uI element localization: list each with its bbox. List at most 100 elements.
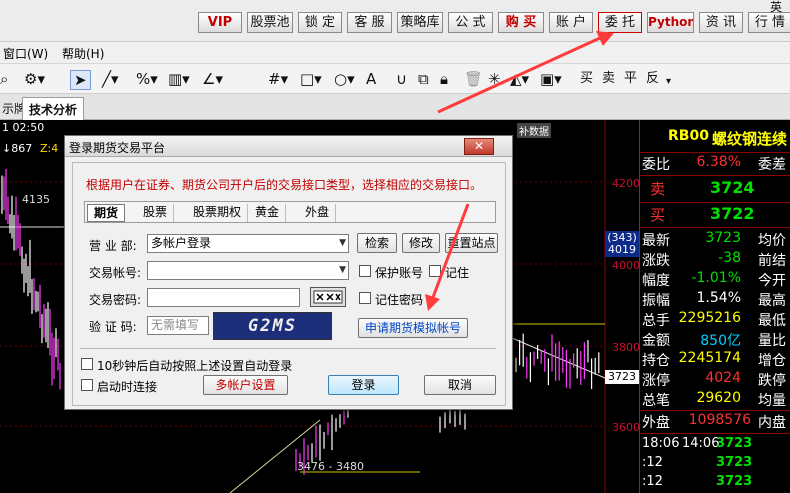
menu-help[interactable]: 帮助(H) <box>62 45 104 62</box>
quote-row: 幅度 -1.01% 今开 <box>640 270 790 290</box>
divider <box>640 410 790 411</box>
login-button[interactable]: 登录 <box>328 375 399 395</box>
reset-site-button[interactable]: 重置站点 <box>445 233 498 253</box>
drawing-toolbar: ⌕ ⚙▾ ➤ ╱▾ %▾ ▥▾ ∠▾ #▾ □▾ ○▾ A ∪ ⧉ 🔒︎ 🗑︎ … <box>0 64 790 94</box>
quote-name: 螺纹钢连续 <box>712 130 788 148</box>
trend-line <box>229 419 321 493</box>
tab-overseas[interactable]: 外盘 <box>299 204 337 222</box>
lock-button[interactable]: 锁 定 <box>298 12 342 33</box>
angle-icon[interactable]: ∠▾ <box>202 70 223 88</box>
quote-row-value: 1.54% <box>696 290 741 306</box>
axis-label-4000: 4000 <box>612 259 640 272</box>
chevron-down-icon: ▼ <box>339 265 346 275</box>
tick-time2: 14:06 <box>682 436 720 451</box>
quote-panel: RB00 螺纹钢连续 委比 6.38% 委差 卖 3724 买 3722 最新 3… <box>639 120 790 493</box>
toolbar-buy-icon[interactable]: 买 <box>580 70 593 88</box>
quote-row: 金额 850亿 量比 <box>640 330 790 350</box>
modify-button[interactable]: 修改 <box>402 233 440 253</box>
z-label: Z:4 <box>40 142 59 155</box>
quote-row-value: 3723 <box>705 230 741 246</box>
tick-time: 18:06 <box>642 436 680 451</box>
stock-pool-button[interactable]: 股票池 <box>247 12 293 33</box>
remember-password-checkbox[interactable] <box>359 292 371 304</box>
tab-stocks[interactable]: 股票 <box>137 204 175 222</box>
neipan-label: 内盘 <box>758 415 786 431</box>
lock-icon[interactable]: 🔒︎ <box>440 70 448 88</box>
captcha-image[interactable]: G2MS <box>213 312 332 340</box>
grid-icon[interactable]: #▾ <box>268 70 288 88</box>
bu-shuju-button[interactable]: 补数据 <box>517 123 551 138</box>
settings-icon[interactable]: ✳ <box>488 70 501 88</box>
cursor-icon[interactable]: ➤ <box>70 70 91 90</box>
cancel-button[interactable]: 取消 <box>424 375 496 395</box>
service-button[interactable]: 客 服 <box>347 12 392 33</box>
password-input[interactable] <box>147 288 300 307</box>
captcha-input[interactable]: 无需填写 <box>147 316 209 335</box>
auto-login-checkbox[interactable] <box>81 358 93 370</box>
captcha-label: 验 证 码: <box>89 320 137 334</box>
quote-row-value: 850亿 <box>700 333 741 349</box>
fill-icon[interactable]: ◭▾ <box>510 70 529 88</box>
current-price-tag: 3723 <box>605 370 639 384</box>
percent-icon[interactable]: %▾ <box>136 70 158 88</box>
buy-button[interactable]: 购 买 <box>498 12 544 33</box>
more-icon[interactable]: ▾ <box>666 73 671 91</box>
vip-button[interactable]: VIP <box>198 12 242 33</box>
news-button[interactable]: 资 讯 <box>699 12 743 33</box>
python-button[interactable]: Python <box>647 12 694 33</box>
quote-row-right-label: 均价 <box>758 233 786 249</box>
quote-row-right-label: 增仓 <box>758 353 786 369</box>
tab-futures[interactable]: 期货 <box>87 204 126 222</box>
line-icon[interactable]: ╱▾ <box>102 70 119 88</box>
account-input[interactable]: ▼ <box>147 261 349 280</box>
weibi-value: 6.38% <box>696 154 741 170</box>
quotes-button[interactable]: 行 情 <box>748 12 790 33</box>
quote-row-label: 总手 <box>642 313 670 329</box>
magnet-icon[interactable]: ∪ <box>396 70 407 88</box>
tick-value: 3723 <box>716 474 753 489</box>
tick-row: :12 3723 <box>640 455 790 475</box>
quote-row-value: 4024 <box>705 370 741 386</box>
dialog-titlebar[interactable]: 登录期货交易平台 ✕ <box>65 136 512 157</box>
protect-account-checkbox[interactable] <box>359 265 371 277</box>
search-button[interactable]: 检索 <box>357 233 397 253</box>
trading-app: VIP 股票池 锁 定 客 服 策略库 公 式 购 买 账 户 委 托 Pyth… <box>0 0 790 493</box>
tick-time: :12 <box>642 474 663 489</box>
ruler-icon[interactable]: ▥▾ <box>168 70 190 88</box>
order-button[interactable]: 委 托 <box>598 12 642 33</box>
account-button[interactable]: 账 户 <box>549 12 593 33</box>
circle-icon[interactable]: ○▾ <box>334 70 355 88</box>
text-icon[interactable]: A <box>366 70 376 88</box>
remember-checkbox[interactable] <box>429 265 441 277</box>
multi-account-settings-button[interactable]: 多帐户设置 <box>203 375 288 395</box>
toolbar-sell-icon[interactable]: 卖 <box>602 70 615 88</box>
strategy-button[interactable]: 策略库 <box>397 12 443 33</box>
soft-keyboard-icon[interactable] <box>310 287 346 307</box>
tick-time: :12 <box>642 455 663 470</box>
connect-on-startup-checkbox[interactable] <box>81 379 93 391</box>
toolbar-reverse-icon[interactable]: 反 <box>646 70 659 88</box>
broker-select[interactable]: 多帐户登录 ▼ <box>147 234 349 253</box>
copy-icon[interactable]: ⧉ <box>418 70 429 88</box>
keyboard-glyph <box>313 290 343 304</box>
quote-row-right-label: 前结 <box>758 253 786 269</box>
formula-button[interactable]: 公 式 <box>448 12 493 33</box>
tab-gold[interactable]: 黄金 <box>249 204 287 222</box>
close-icon[interactable]: ✕ <box>464 138 494 155</box>
ime-indicator: 英 <box>770 0 783 14</box>
tab-stock-options[interactable]: 股票期权 <box>187 204 249 222</box>
menu-window[interactable]: 窗口(W) <box>3 45 48 62</box>
toolbar-close-icon[interactable]: 平 <box>624 70 637 88</box>
rect-icon[interactable]: □▾ <box>300 70 322 88</box>
quote-row-right-label: 最低 <box>758 313 786 329</box>
magnifier-icon[interactable]: ⌕ <box>0 70 8 88</box>
quote-symbol: RB00 <box>668 128 709 144</box>
remember-label: 记住 <box>445 266 470 280</box>
apply-simulation-account-button[interactable]: 申请期货模拟帐号 <box>358 318 468 338</box>
tab-technical-analysis[interactable]: 技术分析 <box>22 97 85 120</box>
buy-value: 3722 <box>710 204 755 223</box>
delete-icon[interactable]: 🗑︎ <box>464 70 483 88</box>
gear-icon[interactable]: ⚙▾ <box>24 70 45 88</box>
save-icon[interactable]: ▣▾ <box>540 70 562 88</box>
tick-value: 3723 <box>716 455 753 470</box>
